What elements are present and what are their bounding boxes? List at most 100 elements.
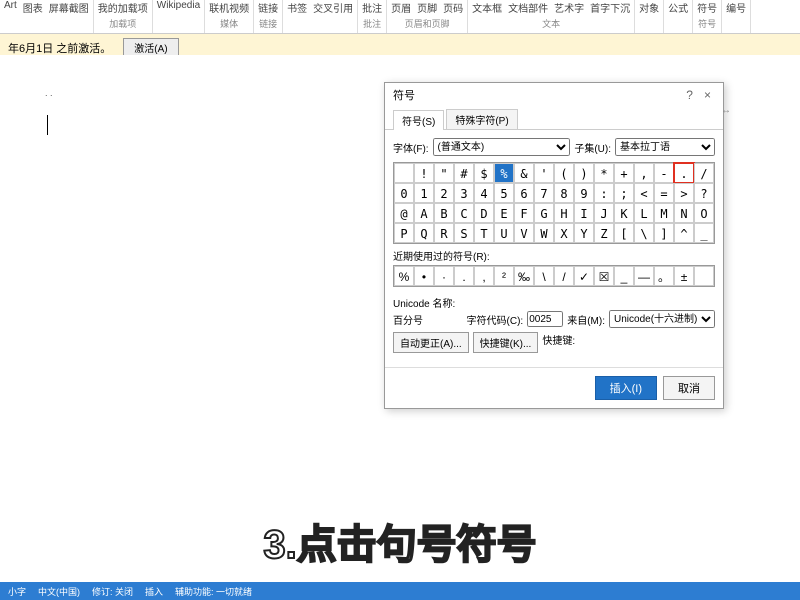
recent-symbol-cell[interactable]: 。 [654,266,674,286]
symbol-cell[interactable]: < [634,183,654,203]
symbol-cell[interactable]: U [494,223,514,243]
subset-select[interactable]: 基本拉丁语 [615,138,715,156]
symbol-cell[interactable]: > [674,183,694,203]
symbol-cell[interactable]: S [454,223,474,243]
symbol-cell[interactable]: 4 [474,183,494,203]
symbol-cell[interactable]: R [434,223,454,243]
symbol-cell[interactable]: : [594,183,614,203]
ribbon-item[interactable]: 交叉引用 [313,0,353,15]
recent-symbol-cell[interactable] [694,266,714,286]
symbol-cell[interactable]: P [394,223,414,243]
symbol-cell[interactable]: G [534,203,554,223]
recent-symbol-cell[interactable]: ☒ [594,266,614,286]
symbol-cell[interactable]: \ [634,223,654,243]
tab-symbols[interactable]: 符号(S) [393,110,444,130]
symbol-cell[interactable]: - [654,163,674,183]
symbol-cell[interactable]: [ [614,223,634,243]
symbol-cell[interactable]: * [594,163,614,183]
symbol-cell[interactable]: " [434,163,454,183]
symbol-cell[interactable]: 2 [434,183,454,203]
symbol-cell[interactable]: ? [694,183,714,203]
symbol-cell[interactable]: ( [554,163,574,183]
symbol-cell[interactable]: H [554,203,574,223]
symbol-cell[interactable]: = [654,183,674,203]
symbol-cell[interactable]: Y [574,223,594,243]
close-button[interactable]: × [700,88,715,102]
symbol-cell[interactable]: 7 [534,183,554,203]
ribbon-item[interactable]: 联机视频 [209,0,249,15]
symbol-cell[interactable]: ! [414,163,434,183]
symbol-cell[interactable]: 5 [494,183,514,203]
symbol-cell[interactable]: 8 [554,183,574,203]
recent-symbol-cell[interactable]: — [634,266,654,286]
symbol-cell[interactable]: A [414,203,434,223]
ribbon-item[interactable]: 页眉 [391,0,411,15]
symbol-cell[interactable]: + [614,163,634,183]
font-select[interactable]: (普通文本) [433,138,571,156]
ribbon-item[interactable]: 符号 [697,0,717,15]
ribbon-item[interactable]: 页码 [443,0,463,15]
symbol-cell[interactable]: E [494,203,514,223]
symbol-cell[interactable]: 9 [574,183,594,203]
symbol-cell[interactable]: ' [534,163,554,183]
symbol-cell[interactable]: 0 [394,183,414,203]
symbol-cell[interactable]: C [454,203,474,223]
symbol-cell[interactable]: . [674,163,694,183]
symbol-cell[interactable]: O [694,203,714,223]
recent-symbol-cell[interactable]: ✓ [574,266,594,286]
symbol-cell[interactable]: N [674,203,694,223]
symbol-cell[interactable] [394,163,414,183]
recent-symbol-cell[interactable]: , [474,266,494,286]
symbol-cell[interactable]: $ [474,163,494,183]
recent-symbol-cell[interactable]: / [554,266,574,286]
symbol-cell[interactable]: K [614,203,634,223]
char-code-input[interactable] [527,311,563,327]
symbol-cell[interactable]: , [634,163,654,183]
shortcut-key-button[interactable]: 快捷键(K)... [473,332,539,353]
symbol-cell[interactable]: / [694,163,714,183]
ribbon-item[interactable]: 链接 [258,0,278,15]
symbol-cell[interactable]: X [554,223,574,243]
symbol-cell[interactable]: L [634,203,654,223]
recent-symbol-cell[interactable]: % [394,266,414,286]
symbol-cell[interactable]: ) [574,163,594,183]
tab-special-chars[interactable]: 特殊字符(P) [446,109,517,129]
symbol-cell[interactable]: # [454,163,474,183]
symbol-cell[interactable]: ^ [674,223,694,243]
symbol-cell[interactable]: V [514,223,534,243]
recent-symbol-cell[interactable]: · [434,266,454,286]
ribbon-item[interactable]: 页脚 [417,0,437,15]
recent-symbol-cell[interactable]: ² [494,266,514,286]
ribbon-item[interactable]: 我的加载项 [98,0,148,15]
symbol-cell[interactable]: D [474,203,494,223]
symbol-cell[interactable]: T [474,223,494,243]
symbol-cell[interactable]: W [534,223,554,243]
symbol-cell[interactable]: Z [594,223,614,243]
ribbon-item[interactable]: 首字下沉 [590,0,630,15]
ribbon-item[interactable]: 书签 [287,0,307,15]
ribbon-item[interactable]: 编号 [726,0,746,15]
symbol-cell[interactable]: I [574,203,594,223]
from-select[interactable]: Unicode(十六进制) [609,310,715,328]
recent-symbol-cell[interactable]: ‰ [514,266,534,286]
symbol-cell[interactable]: 1 [414,183,434,203]
symbol-cell[interactable]: ; [614,183,634,203]
symbol-cell[interactable]: M [654,203,674,223]
symbol-cell[interactable]: % [494,163,514,183]
help-button[interactable]: ? [682,88,697,102]
ribbon-item[interactable]: Art [4,0,17,15]
ribbon-item[interactable]: 文档部件 [508,0,548,15]
symbol-cell[interactable]: @ [394,203,414,223]
recent-symbol-cell[interactable]: \ [534,266,554,286]
ribbon-item[interactable]: 公式 [668,0,688,15]
resize-handle-icon[interactable]: ↔ [721,105,731,116]
recent-symbol-cell[interactable]: . [454,266,474,286]
ribbon-item[interactable]: Wikipedia [157,0,200,11]
symbol-cell[interactable]: J [594,203,614,223]
symbol-cell[interactable]: & [514,163,534,183]
symbol-cell[interactable]: 3 [454,183,474,203]
recent-symbol-cell[interactable]: _ [614,266,634,286]
recent-symbol-cell[interactable]: • [414,266,434,286]
insert-button[interactable]: 插入(I) [595,376,657,400]
ribbon-item[interactable]: 图表 [23,0,43,15]
